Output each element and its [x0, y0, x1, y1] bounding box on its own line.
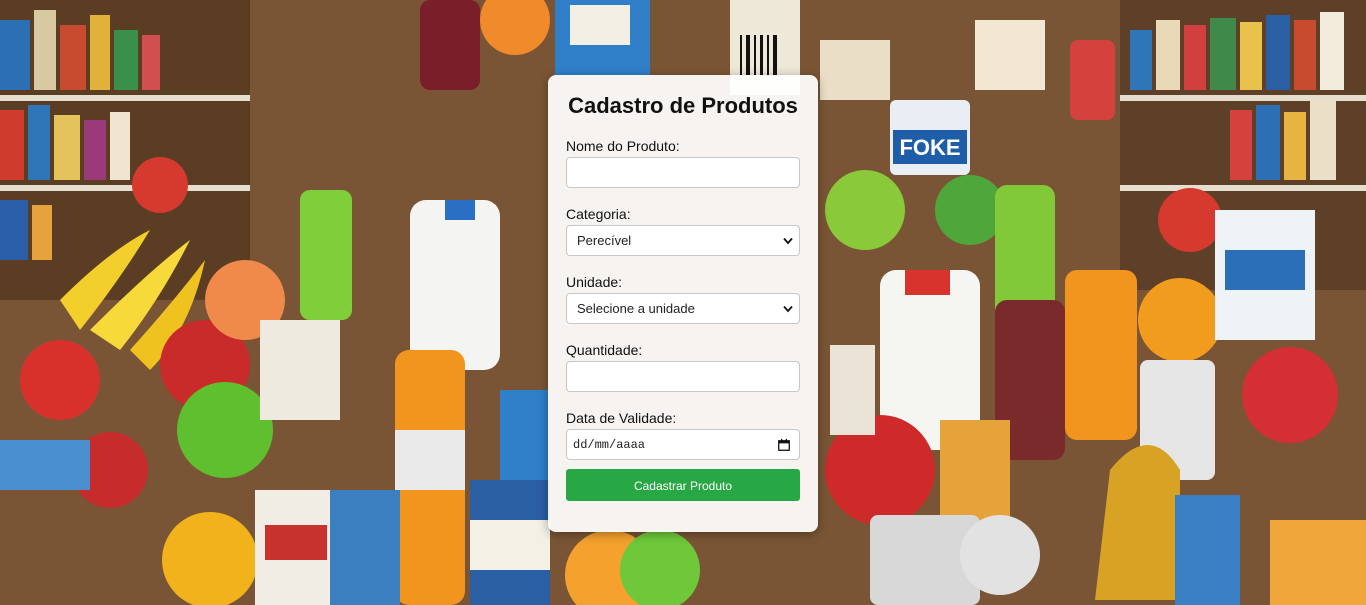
- product-registration-form: Cadastro de Produtos Nome do Produto: Ca…: [548, 75, 818, 532]
- unit-selected-value: Selecione a unidade: [577, 301, 695, 316]
- category-label: Categoria:: [566, 206, 631, 222]
- quantity-input[interactable]: [566, 361, 800, 392]
- product-name-input[interactable]: [566, 157, 800, 188]
- calendar-icon[interactable]: [778, 439, 790, 451]
- expiry-date-label: Data de Validade:: [566, 410, 677, 426]
- category-select[interactable]: Perecível: [566, 225, 800, 256]
- unit-label: Unidade:: [566, 274, 623, 290]
- product-name-label: Nome do Produto:: [566, 138, 680, 154]
- expiry-date-placeholder: dd/mm/aaaa: [573, 438, 646, 452]
- category-selected-value: Perecível: [577, 233, 632, 248]
- form-title: Cadastro de Produtos: [568, 93, 798, 118]
- chevron-down-icon: [783, 305, 793, 313]
- svg-text:FOKE: FOKE: [899, 135, 960, 160]
- expiry-date-input[interactable]: dd/mm/aaaa: [566, 429, 800, 460]
- unit-select[interactable]: Selecione a unidade: [566, 293, 800, 324]
- register-product-button[interactable]: Cadastrar Produto: [566, 469, 800, 501]
- quantity-label: Quantidade:: [566, 342, 643, 358]
- chevron-down-icon: [783, 237, 793, 245]
